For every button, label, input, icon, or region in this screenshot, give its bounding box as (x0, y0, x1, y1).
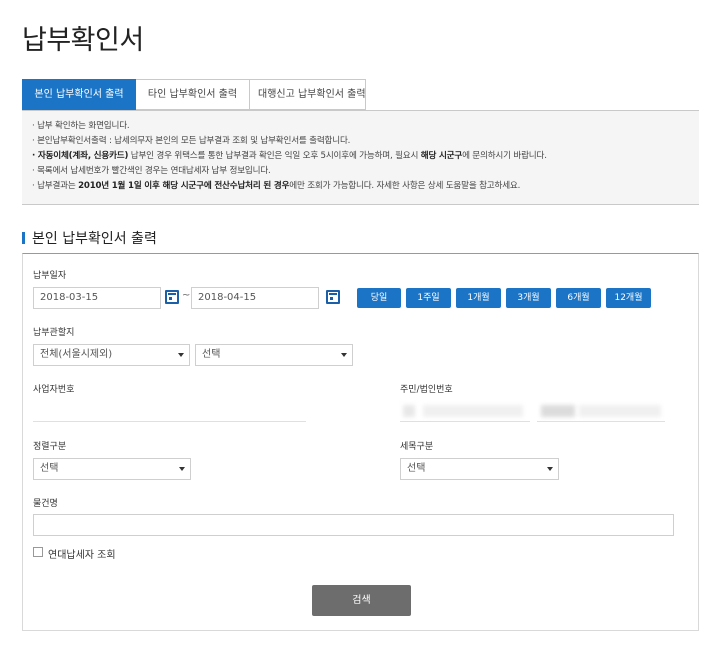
tab-other-certificate[interactable]: 타인 납부확인서 출력 (136, 79, 250, 110)
info-line-5-start: · 납부결과는 (32, 181, 79, 191)
date-separator: ~ (182, 290, 191, 301)
chevron-down-icon (178, 353, 184, 357)
office-region-value: 전체(서울시제외) (40, 349, 113, 360)
chevron-down-icon (179, 467, 185, 471)
section-title-bar (22, 232, 25, 244)
tax-label: 세목구분 (400, 442, 434, 452)
tax-value: 선택 (407, 463, 426, 474)
info-line-2: · 본인납부확인서출력 : 납세의무자 본인의 모든 납부결과 조회 및 납부확… (32, 136, 351, 146)
joint-checkbox[interactable] (33, 547, 43, 557)
info-line-5: · 납부결과는 2010년 1월 1일 이후 해당 시군구에 전산수납처리 된 … (32, 179, 689, 194)
info-line-3-bold: · 자동이체(계좌, 신용카드) (32, 151, 129, 161)
tax-select[interactable]: 선택 (400, 458, 559, 480)
date-to-input[interactable]: 2018-04-15 (191, 287, 319, 309)
page-title: 납부확인서 (22, 25, 144, 56)
masked-value (579, 405, 661, 417)
bizno-input[interactable] (33, 400, 306, 422)
tab-agent-certificate[interactable]: 대행신고 납부확인서 출력 (250, 79, 366, 110)
office-label: 납부관할지 (33, 328, 75, 338)
tab-bar: 본인 납부확인서 출력 타인 납부확인서 출력 대행신고 납부확인서 출력 (22, 79, 366, 110)
masked-value (403, 405, 415, 417)
period-3month-button[interactable]: 3개월 (506, 288, 551, 308)
info-line-4: · 목록에서 납세번호가 빨간색인 경우는 연대납세자 납부 정보입니다. (32, 166, 271, 176)
office-sub-value: 선택 (202, 349, 221, 360)
info-line-5-bold: 2010년 1월 1일 이후 해당 시군구에 전산수납처리 된 경우 (78, 181, 290, 191)
masked-value (541, 405, 575, 417)
calendar-icon[interactable] (165, 290, 179, 304)
type-label: 정렬구분 (33, 442, 67, 452)
chevron-down-icon (547, 467, 553, 471)
period-6month-button[interactable]: 6개월 (556, 288, 601, 308)
pay-date-label: 납부일자 (33, 271, 67, 281)
info-box: · 납부 확인하는 화면입니다. · 본인납부확인서출력 : 납세의무자 본인의… (22, 110, 699, 205)
item-input[interactable] (33, 514, 674, 536)
office-region-select[interactable]: 전체(서울시제외) (33, 344, 190, 366)
section-title: 본인 납부확인서 출력 (22, 228, 157, 248)
bizno-label: 사업자번호 (33, 385, 75, 395)
item-label: 물건명 (33, 499, 58, 509)
office-sub-select[interactable]: 선택 (195, 344, 353, 366)
period-1month-button[interactable]: 1개월 (456, 288, 501, 308)
date-from-input[interactable]: 2018-03-15 (33, 287, 161, 309)
type-value: 선택 (40, 463, 59, 474)
period-today-button[interactable]: 당일 (357, 288, 401, 308)
info-line-5-end: 에만 조회가 가능합니다. 자세한 사항은 상세 도움말을 참고하세요. (289, 181, 521, 191)
type-select[interactable]: 선택 (33, 458, 191, 480)
search-button[interactable]: 검색 (312, 585, 411, 616)
search-form: 납부일자 2018-03-15 ~ 2018-04-15 당일 1주일 1개월 … (22, 253, 699, 631)
period-1week-button[interactable]: 1주일 (406, 288, 451, 308)
joint-label: 연대납세자 조회 (48, 550, 116, 561)
info-line-1: · 납부 확인하는 화면입니다. (32, 121, 130, 131)
resno-label: 주민/법인번호 (400, 385, 453, 395)
calendar-icon[interactable] (326, 290, 340, 304)
chevron-down-icon (341, 353, 347, 357)
info-line-3: · 자동이체(계좌, 신용카드) 납부인 경우 위택스를 통한 납부결과 확인은… (32, 149, 689, 164)
section-title-text: 본인 납부확인서 출력 (32, 231, 157, 247)
masked-value (423, 405, 523, 417)
info-line-3-mid: 납부인 경우 위택스를 통한 납부결과 확인은 익일 오후 5시이후에 가능하며… (128, 151, 421, 161)
tab-self-certificate[interactable]: 본인 납부확인서 출력 (22, 79, 136, 110)
info-line-3-bold-2: 해당 시군구 (420, 151, 463, 161)
period-12month-button[interactable]: 12개월 (606, 288, 651, 308)
info-line-3-end: 에 문의하시기 바랍니다. (462, 151, 547, 161)
